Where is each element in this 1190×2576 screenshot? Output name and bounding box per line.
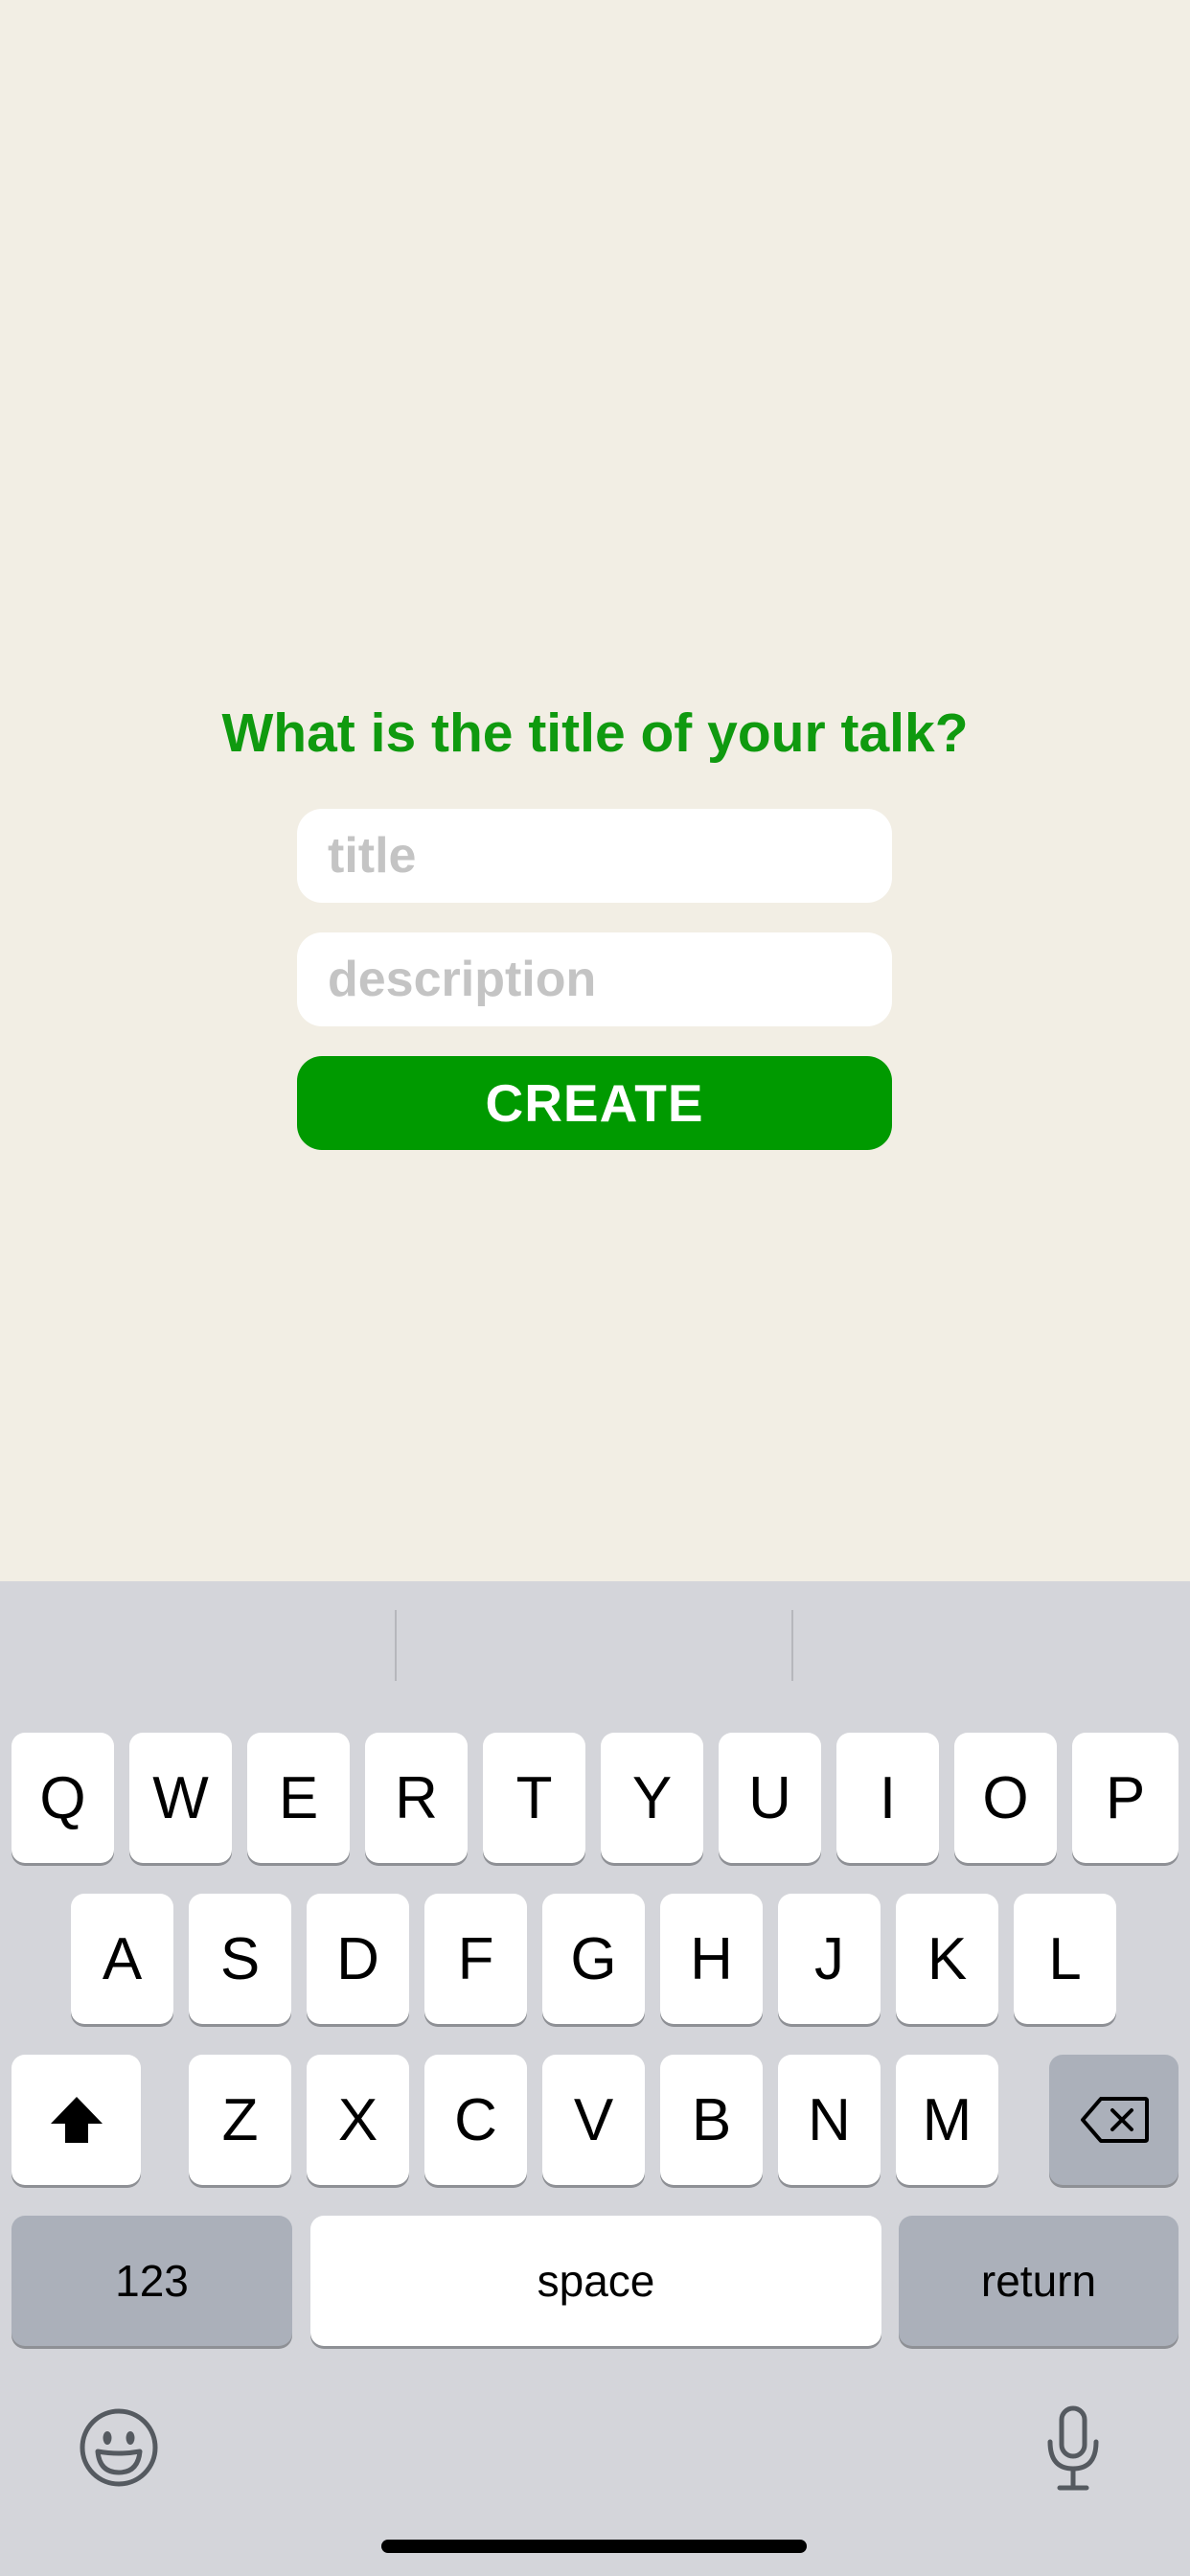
home-indicator[interactable] xyxy=(381,2540,807,2553)
key-e[interactable]: E xyxy=(247,1733,350,1863)
key-j[interactable]: J xyxy=(778,1894,881,2024)
shift-icon xyxy=(49,2095,104,2145)
key-c[interactable]: C xyxy=(424,2055,527,2185)
key-p[interactable]: P xyxy=(1072,1733,1179,1863)
key-i[interactable]: I xyxy=(836,1733,939,1863)
description-input[interactable] xyxy=(326,950,892,1009)
key-g[interactable]: G xyxy=(542,1894,645,2024)
key-y[interactable]: Y xyxy=(601,1733,703,1863)
dictation-button[interactable] xyxy=(1029,2404,1117,2497)
backspace-key[interactable] xyxy=(1049,2055,1179,2185)
return-key[interactable]: return xyxy=(899,2216,1179,2346)
key-x[interactable]: X xyxy=(307,2055,409,2185)
key-z[interactable]: Z xyxy=(189,2055,291,2185)
emoji-button[interactable] xyxy=(75,2405,163,2494)
shift-key[interactable] xyxy=(11,2055,141,2185)
description-field[interactable] xyxy=(297,932,892,1026)
key-h[interactable]: H xyxy=(660,1894,763,2024)
title-input[interactable] xyxy=(326,826,892,886)
key-s[interactable]: S xyxy=(189,1894,291,2024)
key-l[interactable]: L xyxy=(1014,1894,1116,2024)
key-o[interactable]: O xyxy=(954,1733,1057,1863)
title-field[interactable] xyxy=(297,809,892,903)
key-v[interactable]: V xyxy=(542,2055,645,2185)
key-q[interactable]: Q xyxy=(11,1733,114,1863)
key-d[interactable]: D xyxy=(307,1894,409,2024)
key-a[interactable]: A xyxy=(71,1894,173,2024)
prompt-question: What is the title of your talk? xyxy=(221,702,969,764)
key-m[interactable]: M xyxy=(896,2055,998,2185)
emoji-icon xyxy=(79,2407,159,2493)
keyboard: Q W E R T Y U I O P A S D F G H J K L Z … xyxy=(0,1581,1190,2576)
prediction-divider xyxy=(395,1610,397,1681)
key-r[interactable]: R xyxy=(365,1733,468,1863)
key-u[interactable]: U xyxy=(719,1733,821,1863)
key-b[interactable]: B xyxy=(660,2055,763,2185)
microphone-icon xyxy=(1042,2405,1104,2496)
numbers-key[interactable]: 123 xyxy=(11,2216,292,2346)
backspace-icon xyxy=(1080,2096,1149,2144)
prediction-divider xyxy=(791,1610,793,1681)
create-button[interactable]: CREATE xyxy=(297,1056,892,1150)
key-f[interactable]: F xyxy=(424,1894,527,2024)
key-k[interactable]: K xyxy=(896,1894,998,2024)
key-t[interactable]: T xyxy=(483,1733,585,1863)
key-w[interactable]: W xyxy=(129,1733,232,1863)
app-screen: What is the title of your talk? CREATE xyxy=(0,0,1190,1581)
space-key[interactable]: space xyxy=(310,2216,881,2346)
key-n[interactable]: N xyxy=(778,2055,881,2185)
